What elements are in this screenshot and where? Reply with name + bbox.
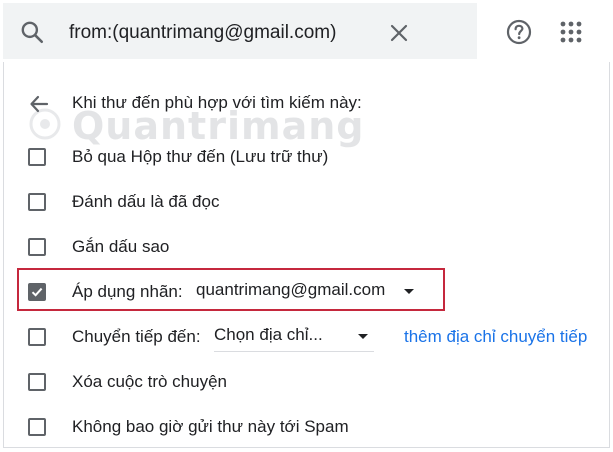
forward-address-select[interactable]: Chọn địa chỉ... bbox=[214, 325, 374, 352]
star-it-label: Gắn dấu sao bbox=[72, 237, 170, 256]
apps-grid-icon[interactable] bbox=[560, 21, 582, 43]
skip-inbox-checkbox[interactable] bbox=[28, 148, 46, 166]
never-spam-label: Không bao giờ gửi thư này tới Spam bbox=[72, 417, 349, 436]
apply-label-label: Áp dụng nhãn: bbox=[72, 282, 183, 301]
option-apply-label[interactable]: Áp dụng nhãn: quantrimang@gmail.com bbox=[0, 278, 613, 308]
apply-label-checkbox[interactable] bbox=[28, 283, 46, 301]
never-spam-checkbox[interactable] bbox=[28, 418, 46, 436]
forward-to-checkbox[interactable] bbox=[28, 328, 46, 346]
mark-as-read-label: Đánh dấu là đã đọc bbox=[72, 192, 220, 211]
help-icon[interactable] bbox=[506, 19, 532, 45]
option-star-it[interactable]: Gắn dấu sao bbox=[0, 233, 613, 263]
option-delete-it[interactable]: Xóa cuộc trò chuyện bbox=[0, 368, 613, 398]
add-forwarding-address-link[interactable]: thêm địa chỉ chuyển tiếp bbox=[404, 327, 587, 347]
delete-it-checkbox[interactable] bbox=[28, 373, 46, 391]
option-forward-to[interactable]: Chuyển tiếp đến: Chọn địa chỉ... thêm đị… bbox=[0, 323, 613, 353]
skip-inbox-label: Bỏ qua Hộp thư đến (Lưu trữ thư) bbox=[72, 147, 329, 166]
star-it-checkbox[interactable] bbox=[28, 238, 46, 256]
back-arrow-icon[interactable] bbox=[28, 93, 50, 115]
forward-address-value: Chọn địa chỉ... bbox=[214, 325, 323, 344]
top-bar: from:(quantrimang@gmail.com) bbox=[0, 0, 613, 62]
search-query[interactable]: from:(quantrimang@gmail.com) bbox=[69, 22, 336, 44]
filter-heading: Khi thư đến phù hợp với tìm kiếm này: bbox=[72, 93, 362, 112]
search-icon[interactable] bbox=[19, 19, 45, 45]
close-icon[interactable] bbox=[388, 22, 410, 44]
option-mark-as-read[interactable]: Đánh dấu là đã đọc bbox=[0, 188, 613, 218]
chevron-down-icon bbox=[404, 289, 414, 294]
mark-as-read-checkbox[interactable] bbox=[28, 193, 46, 211]
chevron-down-icon bbox=[358, 334, 368, 339]
label-select-value: quantrimang@gmail.com bbox=[196, 280, 386, 299]
option-never-spam[interactable]: Không bao giờ gửi thư này tới Spam bbox=[0, 413, 613, 443]
label-select[interactable]: quantrimang@gmail.com bbox=[196, 280, 422, 306]
forward-to-label: Chuyển tiếp đến: bbox=[72, 327, 201, 346]
delete-it-label: Xóa cuộc trò chuyện bbox=[72, 372, 227, 391]
checkmark-icon bbox=[31, 287, 43, 297]
search-box[interactable]: from:(quantrimang@gmail.com) bbox=[3, 3, 477, 59]
option-skip-inbox[interactable]: Bỏ qua Hộp thư đến (Lưu trữ thư) bbox=[0, 143, 613, 173]
